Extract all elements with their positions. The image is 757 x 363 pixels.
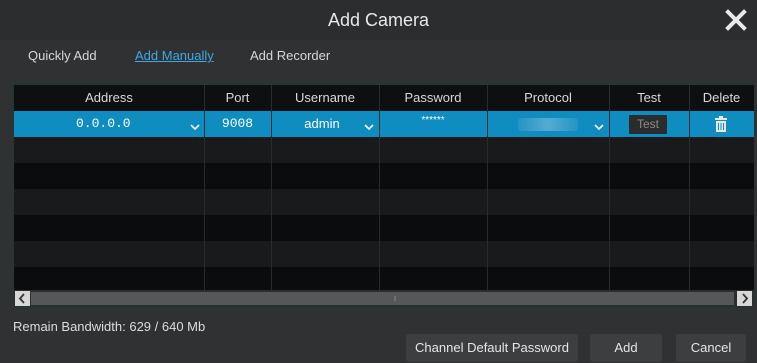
channel-default-password-button[interactable]: Channel Default Password	[406, 334, 578, 362]
port-value[interactable]: 9008	[204, 111, 271, 137]
username-value[interactable]: admin	[284, 111, 360, 137]
column-divider	[379, 85, 380, 290]
title-bar: Add Camera	[0, 0, 757, 40]
table-row-empty	[14, 189, 754, 215]
scrollbar-thumb[interactable]	[31, 292, 734, 305]
column-header-test: Test	[637, 90, 661, 105]
add-camera-dialog: Add Camera Quickly Add Add Manually Add …	[0, 0, 757, 363]
protocol-value[interactable]	[518, 118, 578, 131]
bandwidth-status: Remain Bandwidth: 629 / 640 Mb	[13, 319, 206, 334]
chevron-down-icon[interactable]	[190, 119, 200, 131]
chevron-down-icon[interactable]	[364, 119, 374, 131]
table-row-empty	[14, 215, 754, 241]
column-divider	[609, 85, 610, 290]
arrow-left-icon[interactable]	[15, 291, 30, 306]
dialog-title: Add Camera	[327, 10, 430, 30]
column-header-address: Address	[85, 90, 133, 105]
address-value[interactable]: 0.0.0.0	[76, 111, 156, 137]
scrollbar-grip	[394, 296, 396, 301]
camera-table: Address Port Username Password Protocol …	[13, 84, 754, 308]
column-divider	[487, 85, 488, 290]
arrow-right-icon[interactable]	[737, 291, 752, 306]
cancel-button[interactable]: Cancel	[676, 334, 746, 362]
add-button[interactable]: Add	[590, 334, 662, 362]
column-divider	[689, 85, 690, 290]
column-divider	[271, 85, 272, 290]
close-icon[interactable]	[723, 6, 749, 34]
table-row-empty	[14, 241, 754, 267]
column-header-delete: Delete	[702, 90, 741, 105]
table-row-empty	[14, 163, 754, 189]
table-row[interactable]: 0.0.0.0 9008 admin ****** Test	[14, 111, 754, 137]
tab-bar: Quickly Add Add Manually Add Recorder	[0, 40, 757, 74]
test-button[interactable]: Test	[629, 115, 667, 134]
horizontal-scrollbar[interactable]	[14, 290, 753, 307]
column-header-protocol: Protocol	[524, 90, 572, 105]
trash-icon[interactable]	[713, 116, 729, 132]
chevron-down-icon[interactable]	[594, 119, 604, 131]
password-value[interactable]: ******	[379, 111, 487, 137]
column-header-port: Port	[225, 90, 250, 105]
column-header-password: Password	[404, 90, 462, 105]
table-row-empty	[14, 267, 754, 290]
tab-quickly-add[interactable]: Quickly Add	[28, 48, 97, 63]
column-header-username: Username	[295, 90, 355, 105]
column-divider	[204, 85, 205, 290]
tab-add-recorder[interactable]: Add Recorder	[250, 48, 330, 63]
tab-add-manually[interactable]: Add Manually	[135, 48, 214, 63]
table-row-empty	[14, 137, 754, 163]
table-header: Address Port Username Password Protocol …	[14, 85, 754, 111]
